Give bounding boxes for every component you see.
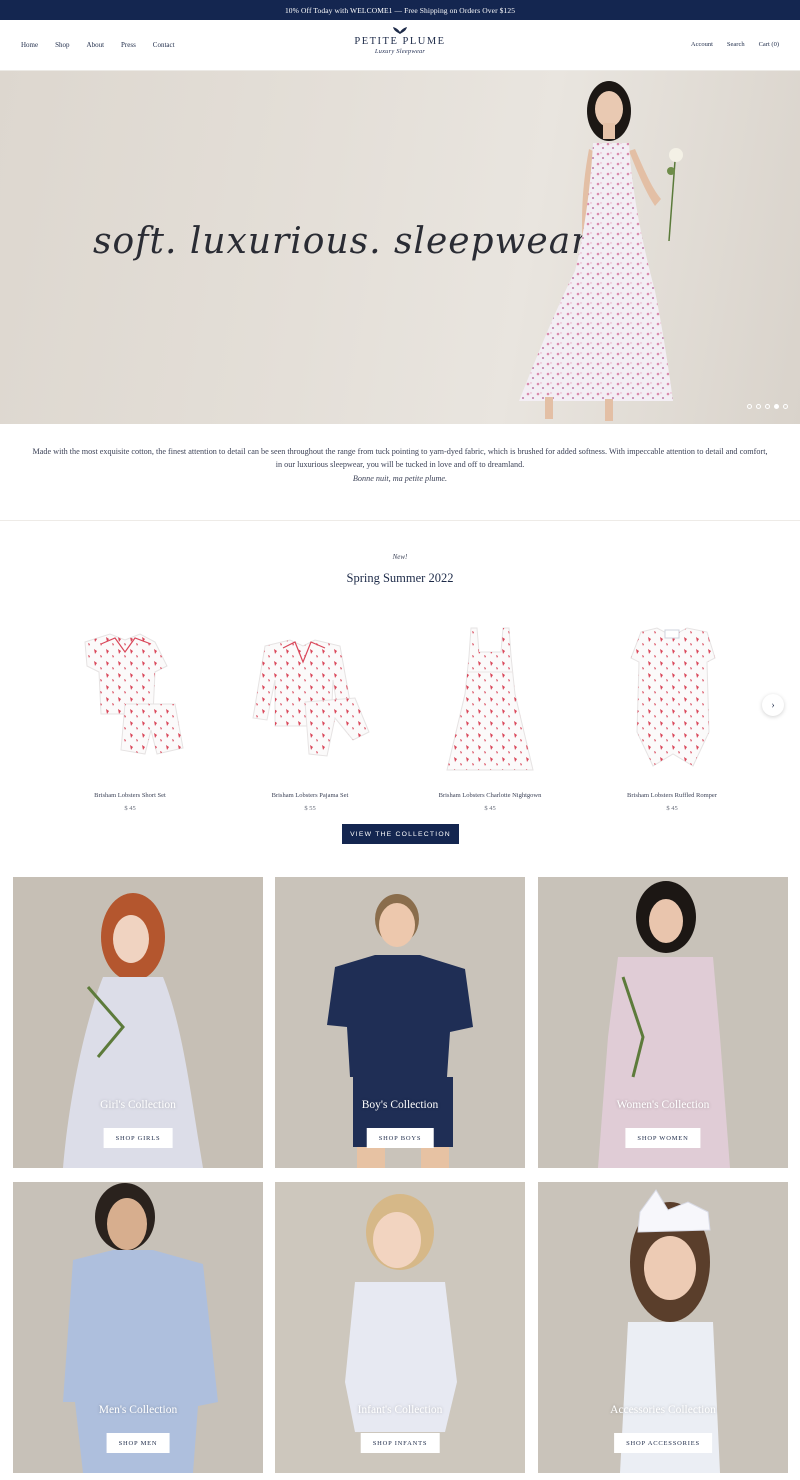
product-price: $ 45 (666, 805, 678, 812)
cart-link[interactable]: Cart (0) (759, 41, 779, 48)
tile-title: Men's Collection (98, 1404, 178, 1416)
intro-text: Made with the most exquisite cotton, the… (32, 447, 768, 469)
site-header: Home Shop About Press Contact PETITE PLU… (0, 20, 800, 71)
product-card[interactable]: Brisham Lobsters Charlotte Nightgown $ 4… (415, 622, 565, 817)
product-price: $ 45 (484, 805, 496, 812)
accessories-collection-image (538, 1182, 788, 1473)
girls-collection-image (13, 877, 263, 1168)
new-label: New! (392, 553, 408, 561)
nav-shop[interactable]: Shop (55, 41, 69, 49)
shop-accessories-button[interactable]: SHOP ACCESSORIES (614, 1433, 712, 1453)
product-name[interactable]: Brisham Lobsters Charlotte Nightgown (415, 792, 565, 799)
nav-home[interactable]: Home (21, 41, 38, 49)
tile-title: Accessories Collection (610, 1404, 716, 1416)
slide-dot-4[interactable] (774, 404, 779, 409)
tile-title: Women's Collection (616, 1099, 710, 1111)
category-tile-girls[interactable]: Girl's Collection SHOP GIRLS (13, 877, 263, 1168)
mens-collection-image (13, 1182, 263, 1473)
announcement-text: 10% Off Today with WELCOME1 — Free Shipp… (284, 5, 516, 15)
collection-title: Spring Summer 2022 (346, 571, 454, 585)
boys-collection-image (275, 877, 525, 1168)
infants-collection-image (275, 1182, 525, 1473)
product-name[interactable]: Brisham Lobsters Ruffled Romper (597, 792, 747, 799)
slide-dot-3[interactable] (765, 404, 770, 409)
section-divider (0, 520, 800, 521)
product-card[interactable]: Brisham Lobsters Pajama Set $ 55 (235, 622, 385, 817)
logo-name: PETITE PLUME (354, 36, 446, 47)
logo-tagline: Luxury Sleepwear (374, 48, 426, 55)
product-card[interactable]: Brisham Lobsters Ruffled Romper $ 45 (597, 622, 747, 817)
nav-contact[interactable]: Contact (153, 41, 175, 49)
main-nav: Home Shop About Press Contact (21, 41, 192, 49)
view-collection-button[interactable]: VIEW THE COLLECTION (342, 824, 459, 844)
announcement-bar: 10% Off Today with WELCOME1 — Free Shipp… (0, 0, 800, 20)
product-name[interactable]: Brisham Lobsters Pajama Set (235, 792, 385, 799)
category-tile-men[interactable]: Men's Collection SHOP MEN (13, 1182, 263, 1473)
feather-icon (393, 27, 407, 34)
hero-slide-dots (747, 404, 788, 409)
product-price: $ 45 (124, 805, 136, 812)
product-name[interactable]: Brisham Lobsters Short Set (55, 792, 205, 799)
chevron-right-icon: › (771, 699, 775, 711)
shop-men-button[interactable]: SHOP MEN (106, 1433, 170, 1453)
tile-title: Infant's Collection (357, 1404, 443, 1416)
search-link[interactable]: Search (727, 41, 745, 48)
shop-infants-button[interactable]: SHOP INFANTS (360, 1433, 440, 1453)
tile-title: Girl's Collection (100, 1099, 176, 1111)
product-image (446, 627, 534, 771)
shop-women-button[interactable]: SHOP WOMEN (625, 1128, 701, 1148)
tile-title: Boy's Collection (361, 1099, 439, 1111)
category-tile-accessories[interactable]: Accessories Collection SHOP ACCESSORIES (538, 1182, 788, 1473)
hero-model-image (519, 81, 683, 421)
slide-dot-2[interactable] (756, 404, 761, 409)
product-price: $ 55 (304, 805, 316, 812)
category-tile-women[interactable]: Women's Collection SHOP WOMEN (538, 877, 788, 1168)
shop-boys-button[interactable]: SHOP BOYS (366, 1128, 434, 1148)
womens-collection-image (538, 877, 788, 1168)
hero-banner[interactable]: soft. luxurious. sleepwear. (0, 71, 800, 424)
carousel-next-button[interactable]: › (762, 694, 784, 716)
slide-dot-1[interactable] (747, 404, 752, 409)
product-card[interactable]: Brisham Lobsters Short Set $ 45 (55, 622, 205, 817)
product-image (252, 639, 370, 757)
nav-about[interactable]: About (87, 41, 105, 49)
slide-dot-5[interactable] (783, 404, 788, 409)
category-tile-infants[interactable]: Infant's Collection SHOP INFANTS (275, 1182, 525, 1473)
nav-press[interactable]: Press (121, 41, 136, 49)
shop-girls-button[interactable]: SHOP GIRLS (103, 1128, 173, 1148)
product-image (630, 627, 716, 767)
brand-logo[interactable]: PETITE PLUME Luxury Sleepwear (345, 26, 455, 66)
account-link[interactable]: Account (691, 41, 713, 48)
utility-nav: Account Search Cart (0) (677, 41, 779, 48)
category-tile-boys[interactable]: Boy's Collection SHOP BOYS (275, 877, 525, 1168)
intro-signoff: Bonne nuit, ma petite plume. (352, 474, 448, 483)
product-image (84, 633, 184, 755)
